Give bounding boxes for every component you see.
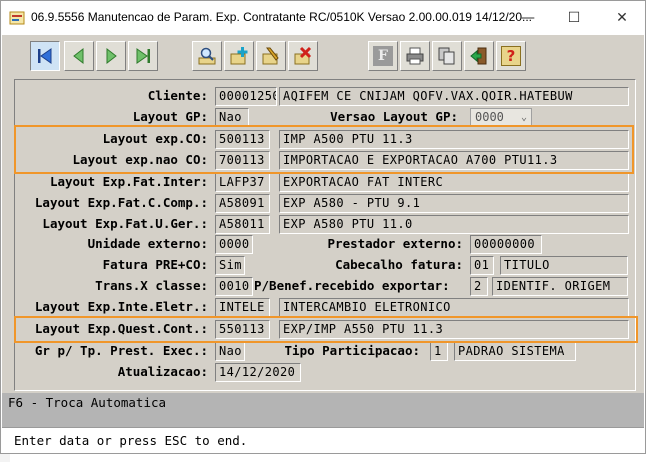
layout-exp-fat-u-ger-label: Layout Exp.Fat.U.Ger.: <box>42 216 208 231</box>
add-record-button[interactable] <box>224 41 254 71</box>
first-record-button[interactable] <box>30 41 60 71</box>
layout-exp-fat-c-comp-label: Layout Exp.Fat.C.Comp.: <box>34 195 208 210</box>
maximize-button[interactable]: ☐ <box>551 1 597 35</box>
exit-door-icon <box>470 47 487 65</box>
f6-hint: F6 - Troca Automatica <box>8 395 167 410</box>
copy-button[interactable] <box>432 41 462 71</box>
filter-button[interactable]: F <box>368 41 398 71</box>
delete-x-icon <box>294 46 312 65</box>
layout-exp-inte-eletr-code-field[interactable]: INTELE <box>215 298 270 317</box>
layout-exp-fat-u-ger-desc-field: EXP A580 PTU 11.0 <box>279 215 629 234</box>
layout-exp-fat-c-comp-desc-field: EXP A580 - PTU 9.1 <box>279 194 629 213</box>
previous-arrow-icon <box>73 47 84 65</box>
cliente-code-field[interactable]: 000012506 <box>215 87 277 106</box>
filter-icon: F <box>373 46 393 66</box>
window-title: 06.9.5556 Manutencao de Param. Exp. Cont… <box>31 10 533 24</box>
next-arrow-icon <box>106 47 117 65</box>
unidade-externo-field[interactable]: 0000 <box>215 235 253 254</box>
layout-exp-fat-inter-desc-field: EXPORTACAO FAT INTERC <box>279 173 629 192</box>
chevron-down-icon: ⌄ <box>520 112 527 123</box>
gr-tp-prest-exec-field[interactable]: Nao <box>215 342 245 361</box>
client-area: F ? Cliente: 0000125 AQIFEM CE CNIJAM QO… <box>2 35 644 453</box>
help-glyph: ? <box>506 47 516 65</box>
layout-exp-fat-inter-label: Layout Exp.Fat.Inter: <box>49 174 208 189</box>
search-button[interactable] <box>192 41 222 71</box>
atualizacao-label: Atualizacao: <box>117 364 208 379</box>
p-benef-recebido-exportar-desc-field: IDENTIF. ORIGEM <box>492 277 628 296</box>
help-button[interactable]: ? <box>496 41 526 71</box>
p-benef-recebido-exportar-code-field[interactable]: 2 <box>470 277 488 296</box>
cliente-name-field: AQIFEM CE CNIJAM QOFV.VAX.QOIR.HATEBUW <box>279 87 629 106</box>
atualizacao-field: 14/12/2020 <box>215 363 301 382</box>
last-record-icon <box>136 48 150 64</box>
unidade-externo-label: Unidade externo: <box>87 236 208 251</box>
copy-icon <box>438 47 455 65</box>
layout-gp-label: Layout GP: <box>132 109 208 124</box>
edit-record-button[interactable] <box>256 41 286 71</box>
last-record-button[interactable] <box>128 41 158 71</box>
versao-layout-gp-label: Versao Layout GP: <box>330 109 458 124</box>
app-icon <box>9 11 25 25</box>
fatura-pre-co-label: Fatura PRE+CO: <box>102 257 208 272</box>
versao-layout-gp-value: 0000 <box>475 110 504 124</box>
delete-record-button[interactable] <box>288 41 318 71</box>
magnifier-icon <box>198 47 216 65</box>
title-bar: 06.9.5556 Manutencao de Param. Exp. Cont… <box>1 1 645 35</box>
layout-exp-fat-inter-code-field[interactable]: LAFP37 <box>215 173 270 192</box>
status-message: Enter data or press ESC to end. <box>14 433 248 448</box>
layout-exp-fat-u-ger-code-field[interactable]: A58011 <box>215 215 270 234</box>
filter-glyph: F <box>378 48 388 64</box>
trans-x-classe-field[interactable]: 0010 <box>215 277 253 296</box>
close-window-button[interactable]: ✕ <box>599 1 645 35</box>
toolbar: F ? <box>2 35 644 77</box>
function-key-bar: F6 - Troca Automatica <box>2 393 644 427</box>
printer-icon <box>406 47 424 65</box>
gr-tp-prest-exec-label: Gr p/ Tp. Prest. Exec.: <box>34 343 208 358</box>
highlight-quest-cont-box <box>14 316 638 343</box>
layout-exp-fat-c-comp-code-field[interactable]: A58091 <box>215 194 270 213</box>
tipo-participacao-label: Tipo Participacao: <box>284 343 420 358</box>
status-bar: Enter data or press ESC to end. <box>2 427 644 453</box>
prestador-externo-field[interactable]: 00000000 <box>470 235 542 254</box>
first-record-icon <box>38 48 52 64</box>
help-icon: ? <box>501 46 521 66</box>
tipo-participacao-desc-field: PADRAO SISTEMA <box>454 342 576 361</box>
cabecalho-fatura-desc-field: TITULO <box>500 256 628 275</box>
minimize-button[interactable]: — <box>505 1 551 35</box>
cabecalho-fatura-code-field[interactable]: 01 <box>470 256 494 275</box>
print-button[interactable] <box>400 41 430 71</box>
fatura-pre-co-field[interactable]: Sim <box>215 256 245 275</box>
next-record-button[interactable] <box>96 41 126 71</box>
trans-x-classe-label: Trans.X classe: <box>95 278 208 293</box>
p-benef-recebido-exportar-label: P/Benef.recebido exportar: <box>254 278 450 293</box>
tipo-participacao-code-field[interactable]: 1 <box>430 342 448 361</box>
previous-record-button[interactable] <box>64 41 94 71</box>
layout-exp-inte-eletr-label: Layout Exp.Inte.Eletr.: <box>34 299 208 314</box>
exit-button[interactable] <box>464 41 494 71</box>
cliente-label: Cliente: <box>147 88 208 103</box>
edit-pencil-icon <box>262 47 279 65</box>
app-window: 06.9.5556 Manutencao de Param. Exp. Cont… <box>0 0 646 454</box>
cabecalho-fatura-label: Cabecalho fatura: <box>335 257 463 272</box>
prestador-externo-label: Prestador externo: <box>327 236 463 251</box>
highlight-layout-exp-box <box>14 125 634 174</box>
layout-exp-inte-eletr-desc-field: INTERCAMBIO ELETRONICO <box>279 298 629 317</box>
add-icon <box>230 47 248 65</box>
